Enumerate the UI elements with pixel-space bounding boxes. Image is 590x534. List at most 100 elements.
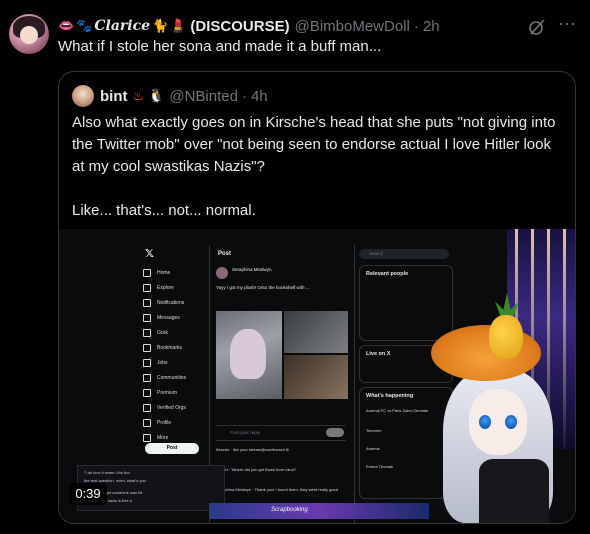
light-strand: [563, 229, 566, 449]
author-name-suffix: (DISCOURSE): [190, 17, 290, 35]
lipstick-emoji-icon: 💄: [170, 18, 187, 33]
post-text: Yayy I got my plush! Onto the bookshelf …: [216, 285, 311, 290]
tweet-header: 👄 🐾 Clarice 🐈 💄 (DISCOURSE) @BimboMewDol…: [58, 16, 440, 36]
vtuber-eye: [479, 415, 491, 429]
lips-emoji-icon: 👄: [58, 18, 75, 33]
sidebar-item: Explore: [143, 282, 174, 294]
sidebar-label: More: [157, 435, 169, 441]
post-image: [216, 311, 282, 399]
quote-author-name[interactable]: bint: [100, 88, 128, 105]
lightning-icon: [143, 404, 151, 412]
comment: Kirsche · like your stream@overfuzzed il…: [216, 447, 289, 452]
cat-emoji-icon: 🐈: [152, 18, 169, 33]
vtuber-face: [469, 389, 527, 455]
stream-bar-label: Scrapbooking: [271, 507, 308, 513]
sidebar-item: Grok: [143, 327, 168, 339]
tweet-text: What if I stole her sona and made it a b…: [58, 38, 382, 55]
person-icon: [143, 419, 151, 427]
reply-box: Post your reply: [216, 425, 346, 441]
separator-dot: ·: [241, 87, 247, 105]
sidebar-label: Communities: [157, 375, 187, 381]
sidebar-label: Notifications: [157, 300, 185, 306]
penguin-emoji-icon: 🐧: [148, 88, 165, 103]
right-rail: Search Relevant people Live on X What's …: [359, 245, 455, 523]
sidebar-label: Profile: [157, 420, 172, 426]
separator-dot: ·: [413, 17, 419, 35]
tweet[interactable]: 👄 🐾 Clarice 🐈 💄 (DISCOURSE) @BimboMewDol…: [0, 0, 590, 534]
x-icon: [143, 389, 151, 397]
sidebar-label: Verified Orgs: [157, 405, 186, 411]
sidebar-item: Bookmarks: [143, 342, 182, 354]
x-logo-icon: 𝕏: [145, 248, 154, 260]
quote-time[interactable]: 4h: [251, 88, 268, 105]
briefcase-icon: [143, 359, 151, 367]
post-author: Seraphina Mindwyn: [232, 267, 272, 272]
author-handle[interactable]: @BimboMewDoll: [295, 18, 410, 35]
more-icon[interactable]: ···: [556, 14, 578, 36]
bookmark-icon: [143, 344, 151, 352]
quote-paragraph: Like... that's... not... normal.: [72, 202, 256, 219]
mail-icon: [143, 314, 151, 322]
sidebar-label: Grok: [157, 330, 168, 336]
fire-emoji-icon: ♨: [132, 88, 145, 103]
sidebar-item: Verified Orgs: [143, 402, 186, 414]
video-frame: 𝕏 Home Explore Notifications Messages Gr…: [59, 229, 575, 523]
vtuber-body: [479, 459, 549, 523]
vtuber-hat: [431, 325, 541, 381]
quote-author-handle[interactable]: @NBinted: [169, 88, 238, 105]
sidebar-item: Communities: [143, 372, 186, 384]
people-icon: [143, 374, 151, 382]
relevant-people-box: Relevant people: [359, 265, 453, 341]
sidebar-item: Profile: [143, 417, 171, 429]
reply-button: [326, 428, 344, 437]
happening-item: Tommen: [366, 428, 382, 433]
quote-paragraph: Also what exactly goes on in Kirsche's h…: [72, 114, 556, 175]
post-image: [284, 311, 348, 353]
post-avatar: [216, 267, 228, 279]
more-circle-icon: [143, 434, 151, 442]
bell-icon: [143, 299, 151, 307]
paw-emoji-icon: 🐾: [76, 18, 93, 33]
pineapple-icon: [489, 315, 523, 359]
search-placeholder: Search: [369, 251, 384, 256]
vtuber-eye: [505, 415, 517, 429]
plush-figure: [230, 329, 266, 379]
sidebar-label: Jobs: [157, 360, 168, 366]
overlay-line: "I do love it when i tho tho: [84, 470, 130, 475]
avatar-face: [20, 26, 38, 44]
happening-item: Arsenal: [366, 446, 380, 451]
author-name[interactable]: 👄 🐾 Clarice 🐈 💄 (DISCOURSE): [58, 18, 290, 35]
sidebar-label: Bookmarks: [157, 345, 183, 351]
quote-avatar[interactable]: [72, 85, 94, 107]
video-player[interactable]: 𝕏 Home Explore Notifications Messages Gr…: [59, 229, 575, 523]
author-avatar[interactable]: [9, 14, 49, 54]
happening-box: What's happening Arsenal FC vs Paris Sai…: [359, 387, 453, 499]
happening-item: Emma Thomas: [366, 464, 394, 469]
comment: Tucker · Where did you get those from mi…: [216, 467, 297, 472]
sidebar-label: Premium: [157, 390, 178, 396]
sidebar-item: Jobs: [143, 357, 168, 369]
live-header: Live on X: [366, 351, 391, 357]
quote-text: Also what exactly goes on in Kirsche's h…: [72, 112, 567, 244]
relevant-header: Relevant people: [366, 271, 409, 277]
post-column: Post Seraphina Mindwyn Yayy I got my plu…: [209, 245, 355, 523]
sidebar-label: Explore: [157, 285, 174, 291]
post-button: Post: [145, 443, 199, 454]
happening-item: Arsenal FC vs Paris Saint-Germain: [366, 408, 429, 413]
home-icon: [143, 269, 151, 277]
sidebar-item: Messages: [143, 312, 180, 324]
post-title: Post: [218, 251, 232, 257]
sidebar-label: Home: [157, 270, 171, 276]
sidebar-item: Home: [143, 267, 170, 279]
search-icon: [143, 284, 151, 292]
grok-icon[interactable]: [528, 18, 546, 36]
comment: Seraphina Mindwyn · Thank you! I found t…: [216, 487, 338, 492]
tweet-time[interactable]: 2h: [423, 18, 440, 35]
quoted-tweet[interactable]: bint ♨ 🐧 @NBinted · 4h Also what exactly…: [58, 71, 576, 524]
happening-header: What's happening: [366, 393, 414, 399]
author-name-text: Clarice: [94, 18, 151, 34]
sidebar-item: Notifications: [143, 297, 184, 309]
stream-bottom-bar: Scrapbooking: [209, 503, 429, 519]
reply-placeholder: Post your reply: [230, 430, 261, 435]
video-duration: 0:39: [69, 483, 107, 505]
